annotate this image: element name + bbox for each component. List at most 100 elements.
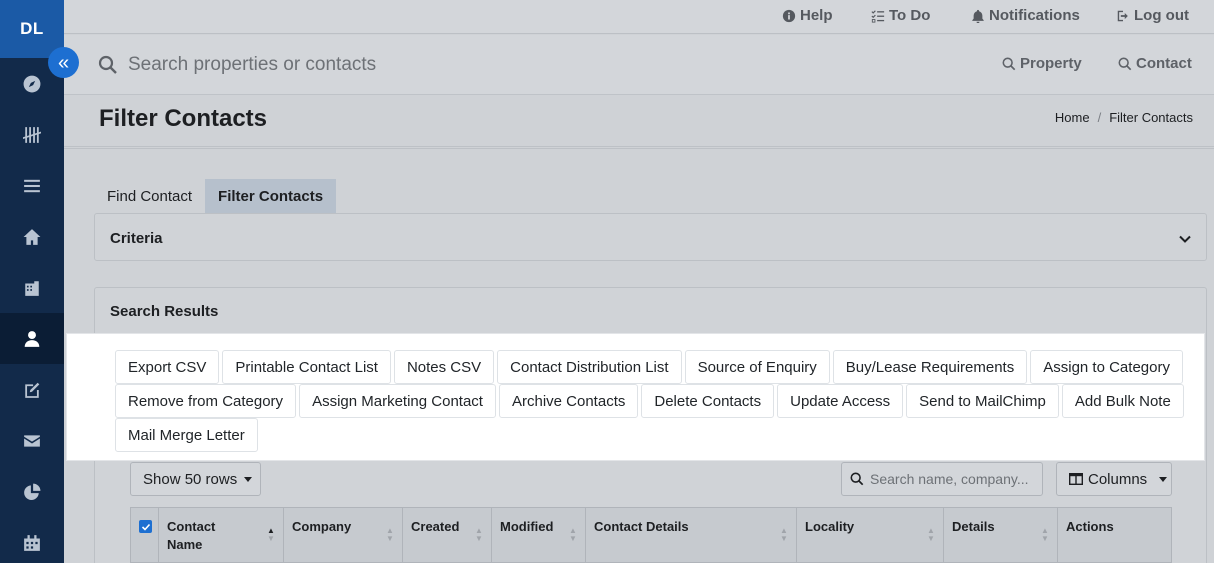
archive-contacts-button[interactable]: Archive Contacts: [498, 384, 639, 418]
mail-merge-letter-button[interactable]: Mail Merge Letter: [115, 418, 258, 452]
column-label: Locality: [805, 519, 855, 534]
column-label: Actions: [1066, 519, 1114, 534]
assign-to-category-button[interactable]: Assign to Category: [1030, 350, 1183, 384]
chevron-down-icon: [1179, 235, 1191, 243]
info-circle-icon: [782, 9, 796, 22]
select-all-checkbox[interactable]: [139, 520, 152, 533]
breadcrumb-current: Filter Contacts: [1109, 110, 1193, 125]
page-header: Filter Contacts Home / Filter Contacts: [64, 96, 1214, 144]
notifications-label: Notifications: [989, 7, 1080, 24]
sort-icon: ▲ ▼: [569, 526, 577, 543]
table-search: [841, 462, 1043, 496]
sort-icon: ▲ ▼: [267, 526, 275, 543]
logout-link[interactable]: Log out: [1116, 7, 1189, 24]
columns-label: Columns: [1088, 470, 1148, 488]
contact-distribution-list-button[interactable]: Contact Distribution List: [497, 350, 682, 384]
search-icon: [1002, 57, 1016, 70]
column-contact-name[interactable]: Contact Name ▲ ▼: [159, 508, 284, 563]
column-modified[interactable]: Modified ▲ ▼: [492, 508, 586, 563]
bulk-actions-toolbar: Export CSV Printable Contact List Notes …: [67, 334, 1204, 460]
contact-tabs: Find Contact Filter Contacts: [94, 179, 337, 213]
column-label: Modified: [500, 519, 554, 534]
delete-contacts-button[interactable]: Delete Contacts: [641, 384, 775, 418]
export-csv-button[interactable]: Export CSV: [115, 350, 220, 384]
calendar-icon: [24, 534, 40, 551]
sidebar: DL: [0, 0, 64, 563]
column-label: Contact Name: [167, 519, 216, 552]
main-area: Help To Do Notifications Log out Propert…: [64, 0, 1214, 563]
update-access-button[interactable]: Update Access: [777, 384, 904, 418]
pie-chart-icon: [24, 483, 41, 500]
todo-label: To Do: [889, 7, 931, 24]
sort-icon: ▲ ▼: [780, 526, 788, 543]
column-actions: Actions: [1058, 508, 1171, 563]
column-label: Created: [411, 519, 460, 534]
logout-label: Log out: [1134, 7, 1189, 24]
search-contact-button[interactable]: Contact: [1118, 55, 1192, 72]
sidebar-item-calendar[interactable]: [0, 517, 64, 563]
notifications-link[interactable]: Notifications: [971, 7, 1080, 24]
send-to-mailchimp-button[interactable]: Send to MailChimp: [906, 384, 1059, 418]
show-rows-label: Show 50 rows: [143, 470, 238, 488]
checklist-icon: [871, 9, 885, 23]
search-contact-label: Contact: [1136, 55, 1192, 72]
sign-out-icon: [1117, 10, 1128, 21]
column-locality[interactable]: Locality ▲ ▼: [797, 508, 944, 563]
search-icon: [1118, 57, 1132, 70]
buy-lease-requirements-button[interactable]: Buy/Lease Requirements: [832, 350, 1028, 384]
table-search-input[interactable]: [870, 471, 1040, 487]
caret-down-icon: [1159, 476, 1168, 482]
sidebar-item-properties[interactable]: [0, 262, 64, 313]
page-title: Filter Contacts: [99, 105, 268, 132]
search-icon: [98, 55, 117, 74]
column-label: Contact Details: [594, 519, 689, 534]
user-icon: [24, 330, 40, 347]
compass-icon: [23, 75, 41, 92]
sidebar-item-edit[interactable]: [0, 364, 64, 415]
sidebar-item-reports[interactable]: [0, 466, 64, 517]
source-of-enquiry-button[interactable]: Source of Enquiry: [684, 350, 830, 384]
column-company[interactable]: Company ▲ ▼: [284, 508, 403, 563]
breadcrumb-home[interactable]: Home: [1055, 110, 1090, 125]
criteria-panel[interactable]: Criteria: [94, 213, 1207, 261]
results-table-header: Contact Name ▲ ▼ Company ▲ ▼ Created ▲ ▼ Mo…: [130, 507, 1172, 563]
search-icon: [850, 472, 864, 486]
sidebar-item-home[interactable]: [0, 211, 64, 262]
sort-icon: ▲ ▼: [927, 526, 935, 543]
sidebar-item-tasks[interactable]: [0, 109, 64, 160]
building-icon: [25, 280, 39, 296]
todo-link[interactable]: To Do: [871, 7, 930, 24]
bell-icon: [972, 9, 984, 23]
list-icon: [24, 179, 40, 192]
tab-filter-contacts[interactable]: Filter Contacts: [205, 179, 337, 213]
column-created[interactable]: Created ▲ ▼: [403, 508, 492, 563]
show-rows-dropdown[interactable]: Show 50 rows: [130, 462, 261, 496]
assign-marketing-contact-button[interactable]: Assign Marketing Contact: [299, 384, 496, 418]
printable-contact-list-button[interactable]: Printable Contact List: [222, 350, 391, 384]
help-link[interactable]: Help: [782, 7, 833, 24]
top-navigation: Help To Do Notifications Log out: [64, 0, 1214, 34]
global-search-input[interactable]: [128, 51, 628, 79]
criteria-title: Criteria: [110, 230, 163, 247]
collapse-sidebar-button[interactable]: «: [48, 47, 79, 78]
sidebar-item-contacts[interactable]: [0, 313, 64, 364]
bulk-action-buttons: Export CSV Printable Contact List Notes …: [115, 350, 1195, 452]
help-label: Help: [800, 7, 833, 24]
double-chevron-left-icon: «: [57, 51, 70, 74]
tab-find-contact[interactable]: Find Contact: [94, 179, 205, 213]
check-icon: [141, 523, 150, 531]
column-label: Company: [292, 519, 352, 534]
edit-icon: [25, 382, 40, 398]
sidebar-item-list[interactable]: [0, 160, 64, 211]
columns-dropdown[interactable]: Columns: [1056, 462, 1172, 496]
breadcrumb-separator: /: [1097, 110, 1102, 125]
add-bulk-note-button[interactable]: Add Bulk Note: [1061, 384, 1184, 418]
remove-from-category-button[interactable]: Remove from Category: [115, 384, 297, 418]
column-details[interactable]: Details ▲ ▼: [944, 508, 1058, 563]
notes-csv-button[interactable]: Notes CSV: [393, 350, 495, 384]
sidebar-item-mail[interactable]: [0, 415, 64, 466]
search-property-button[interactable]: Property: [1002, 55, 1082, 72]
column-contact-details[interactable]: Contact Details ▲ ▼: [586, 508, 797, 563]
sort-icon: ▲ ▼: [475, 526, 483, 543]
search-results-title: Search Results: [110, 303, 219, 320]
